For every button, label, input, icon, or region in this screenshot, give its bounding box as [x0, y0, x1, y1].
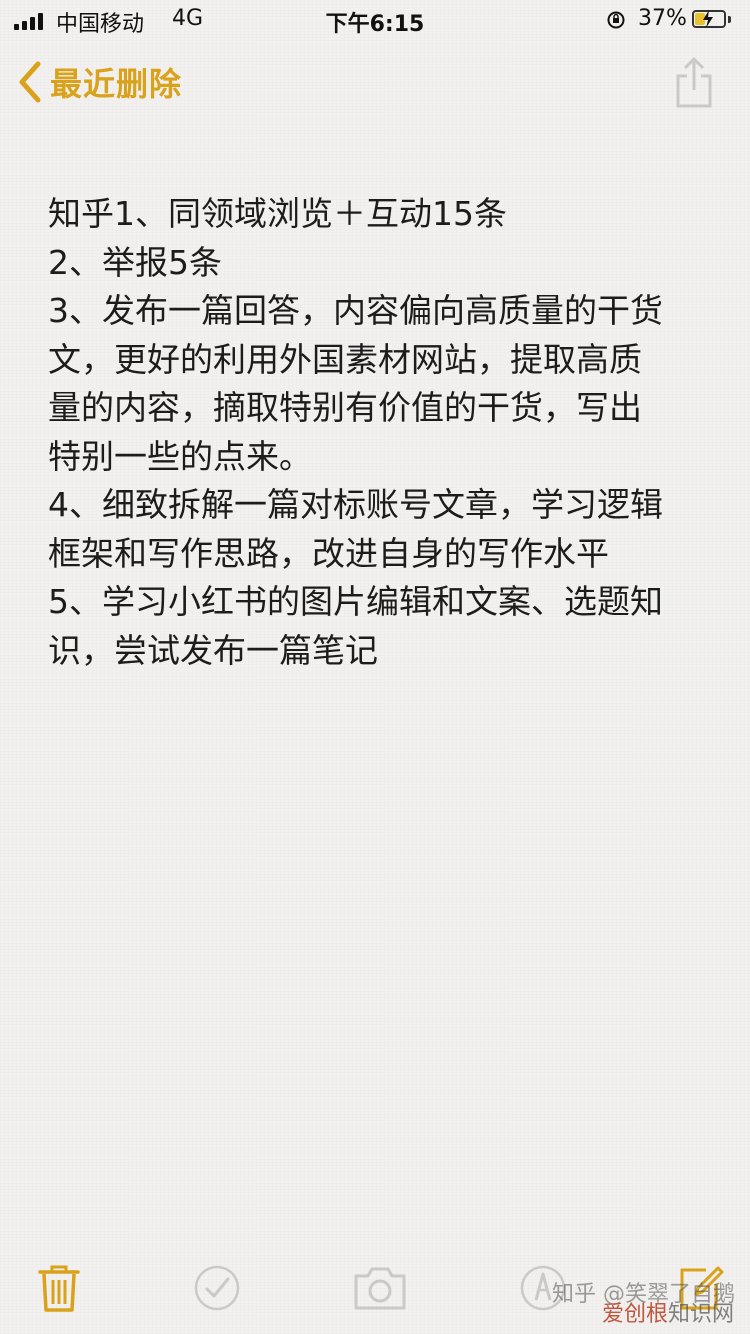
back-button[interactable]: 最近删除: [14, 58, 182, 106]
note-line: 5、学习小红书的图片编辑和文案、选题知: [48, 582, 663, 621]
note-line: 2、举报5条: [48, 242, 222, 282]
trash-icon[interactable]: [34, 1262, 84, 1314]
watermark-site: 爱创根知识网: [602, 1296, 734, 1328]
chevron-left-icon: [19, 61, 41, 103]
note-line: 识，尝试发布一篇笔记: [48, 630, 378, 670]
note-line: 3、发布一篇回答，内容偏向高质量的干货: [48, 291, 663, 330]
watermark-site-part-b: 知识网: [668, 1302, 735, 1327]
battery-percent: 37%: [638, 6, 687, 31]
watermark-site-part-a: 爱创根: [602, 1302, 669, 1327]
note-line: 量的内容，摘取特别有价值的干货，写出: [48, 388, 642, 427]
share-icon[interactable]: [672, 56, 716, 110]
note-line: 4、细致拆解一篇对标账号文章，学习逻辑: [48, 485, 663, 524]
battery-cap: [728, 16, 731, 23]
back-button-label: 最近删除: [50, 65, 183, 103]
status-bar: 中国移动 4G 下午6:15 37%: [0, 0, 750, 40]
charging-bolt-icon: [703, 10, 713, 28]
note-line: 框架和写作思路，改进自身的写作水平: [48, 533, 609, 573]
rotation-lock-icon: [607, 11, 625, 29]
note-body[interactable]: 知乎1、同领域浏览＋互动15条 2、举报5条 3、发布一篇回答，内容偏向高质量的…: [48, 190, 728, 675]
note-line: 特别一些的点来。: [48, 436, 312, 476]
camera-icon[interactable]: [352, 1262, 408, 1314]
note-line: 知乎1、同领域浏览＋互动15条: [48, 194, 507, 233]
note-line: 文，更好的利用外国素材网站，提取高质: [48, 339, 642, 379]
checklist-icon[interactable]: [192, 1262, 242, 1314]
